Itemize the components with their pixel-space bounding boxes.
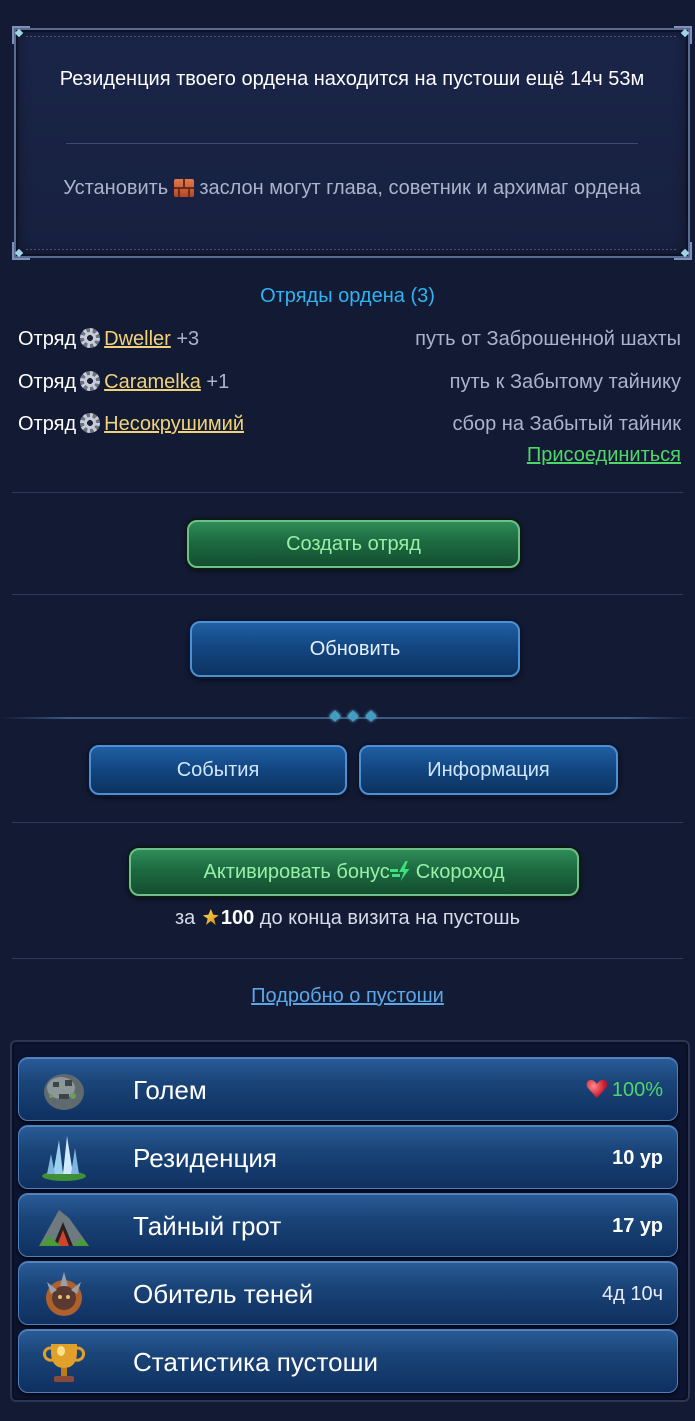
barrier-brick-icon (173, 179, 194, 197)
activate-bonus-button[interactable]: Активировать бонус Скороход (129, 848, 579, 896)
nav-label: Голем (133, 1075, 207, 1105)
golem-health: 100% (586, 1058, 663, 1122)
nav-label: Тайный грот (133, 1211, 282, 1241)
events-button[interactable]: События (89, 745, 347, 795)
squads-heading: Отряды ордена (3) (260, 285, 435, 307)
squad-status: путь от Заброшенной шахты (415, 328, 681, 350)
grotto-icon (39, 1210, 89, 1246)
corner-ornament (674, 242, 692, 260)
nav-item-golem[interactable]: Голем 100% (18, 1057, 678, 1121)
squad-leader-link[interactable]: Caramelka (104, 371, 201, 393)
gear-icon (80, 413, 101, 433)
residence-level: 10 ур (612, 1147, 663, 1169)
squad-word: Отряд (18, 413, 77, 435)
create-squad-button[interactable]: Создать отряд (187, 520, 520, 568)
heart-icon (586, 1079, 608, 1099)
divider (12, 492, 683, 493)
shadow-abode-icon (46, 1272, 82, 1316)
squad-member-count: +1 (206, 371, 230, 393)
join-squad-link[interactable]: Присоединиться (527, 444, 681, 467)
divider (12, 594, 683, 595)
barrier-note: Установить заслон могут глава, советник … (56, 175, 648, 201)
gold-icon (201, 907, 221, 927)
nav-label: Резиденция (133, 1143, 278, 1173)
ornament-dots-icon (327, 709, 381, 725)
corner-ornament (12, 26, 30, 44)
gear-icon (80, 371, 101, 391)
golem-health-value: 100% (611, 1079, 663, 1101)
barrier-note-end: заслон могут глава, советник и архимаг о… (199, 177, 641, 199)
squad-leader-link[interactable]: Несокрушимий (104, 413, 244, 435)
nav-label: Статистика пустоши (133, 1347, 379, 1377)
squad-row: Отряд Dweller +3 путь от Заброшенной шахт… (18, 325, 681, 353)
squad-status: путь к Забытому тайнику (449, 371, 681, 393)
wasteland-page: Резиденция твоего ордена находится на пу… (0, 0, 695, 1421)
nav-item-residence[interactable]: Резиденция 10 ур (18, 1125, 678, 1189)
residence-notice-panel: Резиденция твоего ордена находится на пу… (12, 26, 692, 260)
residence-icon (42, 1136, 86, 1181)
activate-bonus-label: Активировать бонус (203, 861, 390, 883)
grotto-level: 17 ур (612, 1215, 663, 1237)
nav-item-statistics[interactable]: Статистика пустоши (18, 1329, 678, 1393)
squad-member-count: +3 (176, 328, 200, 350)
divider (12, 958, 683, 959)
golem-icon (44, 1074, 84, 1110)
nav-item-shadow-abode[interactable]: Обитель теней 4д 10ч (18, 1261, 678, 1325)
panel-border-line (26, 36, 678, 37)
squad-row: Отряд Несокрушимий сбор на Забытый тайник (18, 410, 681, 438)
panel-border-line (26, 249, 678, 250)
squad-status: сбор на Забытый тайник (452, 413, 681, 435)
bonus-name-label: Скороход (415, 861, 505, 883)
residence-timer-text: Резиденция твоего ордена находится на пу… (59, 68, 645, 90)
bonus-amount: 100 (220, 907, 255, 929)
shadow-abode-timer: 4д 10ч (601, 1283, 663, 1305)
nav-label: Обитель теней (133, 1279, 314, 1309)
bonus-note-suffix: до конца визита на пустошь (259, 907, 521, 929)
squad-row: Отряд Caramelka +1 путь к Забытому тайник… (18, 368, 681, 396)
corner-ornament (674, 26, 692, 44)
bonus-note-prefix: за (174, 907, 196, 929)
bonus-cost-note: за 100 до конца визита на пустошь (0, 907, 695, 930)
speed-bolt-icon (389, 860, 416, 882)
panel-divider (66, 143, 638, 144)
squad-word: Отряд (18, 328, 77, 350)
squad-leader-link[interactable]: Dweller (104, 328, 171, 350)
wasteland-details-link[interactable]: Подробно о пустоши (0, 985, 695, 1008)
nav-item-grotto[interactable]: Тайный грот 17 ур (18, 1193, 678, 1257)
gear-icon (80, 328, 101, 348)
info-button[interactable]: Информация (359, 745, 618, 795)
squad-word: Отряд (18, 371, 77, 393)
trophy-icon (43, 1344, 85, 1382)
refresh-button[interactable]: Обновить (190, 621, 520, 677)
corner-ornament (12, 242, 30, 260)
barrier-note-start: Установить (63, 177, 169, 199)
divider (12, 822, 683, 823)
